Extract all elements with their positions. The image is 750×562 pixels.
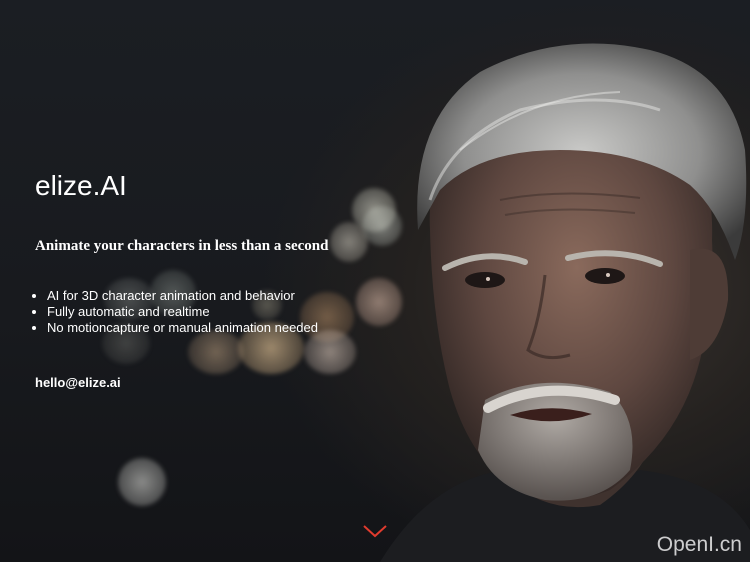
watermark: OpenI.cn [656, 533, 742, 556]
scroll-down-button[interactable] [362, 522, 388, 540]
character-portrait [380, 43, 750, 562]
hero-section: elize.AI Animate your characters in less… [0, 0, 750, 562]
feature-item: Fully automatic and realtime [47, 304, 318, 320]
tagline: Animate your characters in less than a s… [35, 238, 329, 254]
feature-item: No motioncapture or manual animation nee… [47, 320, 318, 336]
brand-title: elize.AI [35, 170, 127, 201]
chevron-down-icon [363, 525, 387, 538]
feature-item: AI for 3D character animation and behavi… [47, 288, 318, 304]
contact-email-link[interactable]: hello@elize.ai [35, 374, 121, 392]
feature-list: AI for 3D character animation and behavi… [35, 288, 318, 336]
